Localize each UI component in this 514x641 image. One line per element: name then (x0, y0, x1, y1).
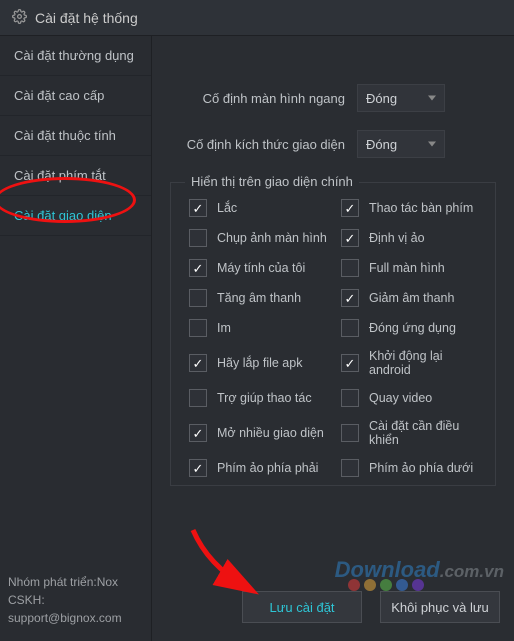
checkbox-label: Im (217, 321, 231, 335)
nav-advanced[interactable]: Cài đặt cao cấp (0, 76, 151, 116)
save-button[interactable]: Lưu cài đặt (242, 591, 362, 623)
checkbox-label: Mở nhiều giao diện (217, 426, 324, 440)
checkbox-icon[interactable] (189, 424, 207, 442)
display-legend: Hiển thị trên giao diện chính (185, 174, 359, 189)
checkbox-icon[interactable] (189, 459, 207, 477)
checkbox-label: Chụp ảnh màn hình (217, 231, 327, 245)
checkbox-label: Tăng âm thanh (217, 291, 301, 305)
checkbox-label: Giảm âm thanh (369, 291, 454, 305)
checkbox-icon[interactable] (189, 319, 207, 337)
checkbox-label: Cài đặt cần điều khiển (369, 419, 487, 447)
checkbox-icon[interactable] (341, 289, 359, 307)
checkbox-item[interactable]: Phím ảo phía dưới (341, 459, 487, 477)
checkbox-item[interactable]: Lắc (189, 199, 335, 217)
checkbox-item[interactable]: Hãy lắp file apk (189, 349, 335, 377)
nav-shortcuts[interactable]: Cài đặt phím tắt (0, 156, 151, 196)
checkbox-item[interactable]: Phím ảo phía phải (189, 459, 335, 477)
credits-email: support@bignox.com (8, 609, 143, 627)
checkbox-item[interactable]: Full màn hình (341, 259, 487, 277)
nav-general[interactable]: Cài đặt thường dụng (0, 36, 151, 76)
checkbox-icon[interactable] (341, 199, 359, 217)
checkbox-item[interactable]: Trợ giúp thao tác (189, 389, 335, 407)
checkbox-item[interactable]: Đóng ứng dụng (341, 319, 487, 337)
checkbox-label: Trợ giúp thao tác (217, 391, 312, 405)
checkbox-label: Full màn hình (369, 261, 445, 275)
checkbox-item[interactable]: Giảm âm thanh (341, 289, 487, 307)
checkbox-icon[interactable] (189, 229, 207, 247)
display-fieldset: Hiển thị trên giao diện chính LắcThao tá… (170, 182, 496, 486)
checkbox-label: Thao tác bàn phím (369, 201, 473, 215)
checkbox-label: Hãy lắp file apk (217, 356, 302, 370)
checkbox-item[interactable]: Khởi động lại android (341, 349, 487, 377)
credits: Nhóm phát triển:Nox CSKH: support@bignox… (0, 563, 151, 641)
checkbox-icon[interactable] (341, 389, 359, 407)
fixed-size-label: Cố định kích thức giao diện (170, 137, 345, 152)
checkbox-item[interactable]: Mở nhiều giao diện (189, 419, 335, 447)
checkbox-label: Phím ảo phía dưới (369, 461, 473, 475)
checkbox-icon[interactable] (189, 199, 207, 217)
fixed-size-select[interactable]: Đóng (357, 130, 445, 158)
titlebar: Cài đặt hệ thống (0, 0, 514, 36)
checkbox-item[interactable]: Quay video (341, 389, 487, 407)
checkbox-icon[interactable] (341, 459, 359, 477)
checkbox-label: Khởi động lại android (369, 349, 487, 377)
checkbox-icon[interactable] (189, 259, 207, 277)
checkbox-icon[interactable] (189, 389, 207, 407)
checkbox-label: Định vị ảo (369, 231, 425, 245)
checkbox-icon[interactable] (341, 229, 359, 247)
nav-interface[interactable]: Cài đặt giao diện (0, 196, 151, 236)
checkbox-icon[interactable] (189, 289, 207, 307)
checkbox-icon[interactable] (341, 424, 359, 442)
checkbox-item[interactable]: Chụp ảnh màn hình (189, 229, 335, 247)
checkbox-item[interactable]: Cài đặt cần điều khiển (341, 419, 487, 447)
checkbox-label: Đóng ứng dụng (369, 321, 456, 335)
checkbox-icon[interactable] (341, 354, 359, 372)
checkbox-label: Quay video (369, 391, 432, 405)
checkbox-item[interactable]: Im (189, 319, 335, 337)
window-title: Cài đặt hệ thống (35, 10, 138, 26)
checkbox-icon[interactable] (341, 319, 359, 337)
checkbox-icon[interactable] (189, 354, 207, 372)
checkbox-label: Lắc (217, 201, 237, 215)
checkbox-item[interactable]: Định vị ảo (341, 229, 487, 247)
content-pane: Cố định màn hình ngang Đóng Cố định kích… (152, 36, 514, 641)
checkbox-label: Máy tính của tôi (217, 261, 305, 275)
checkbox-item[interactable]: Máy tính của tôi (189, 259, 335, 277)
fixed-landscape-label: Cố định màn hình ngang (170, 91, 345, 106)
checkbox-item[interactable]: Tăng âm thanh (189, 289, 335, 307)
nav-properties[interactable]: Cài đặt thuộc tính (0, 116, 151, 156)
credits-team: Nhóm phát triển:Nox (8, 573, 143, 591)
checkbox-icon[interactable] (341, 259, 359, 277)
fixed-landscape-select[interactable]: Đóng (357, 84, 445, 112)
credits-support-label: CSKH: (8, 591, 143, 609)
gear-icon (12, 9, 27, 27)
restore-button[interactable]: Khôi phục và lưu (380, 591, 500, 623)
sidebar: Cài đặt thường dụng Cài đặt cao cấp Cài … (0, 36, 152, 641)
checkbox-label: Phím ảo phía phải (217, 461, 318, 475)
checkbox-item[interactable]: Thao tác bàn phím (341, 199, 487, 217)
